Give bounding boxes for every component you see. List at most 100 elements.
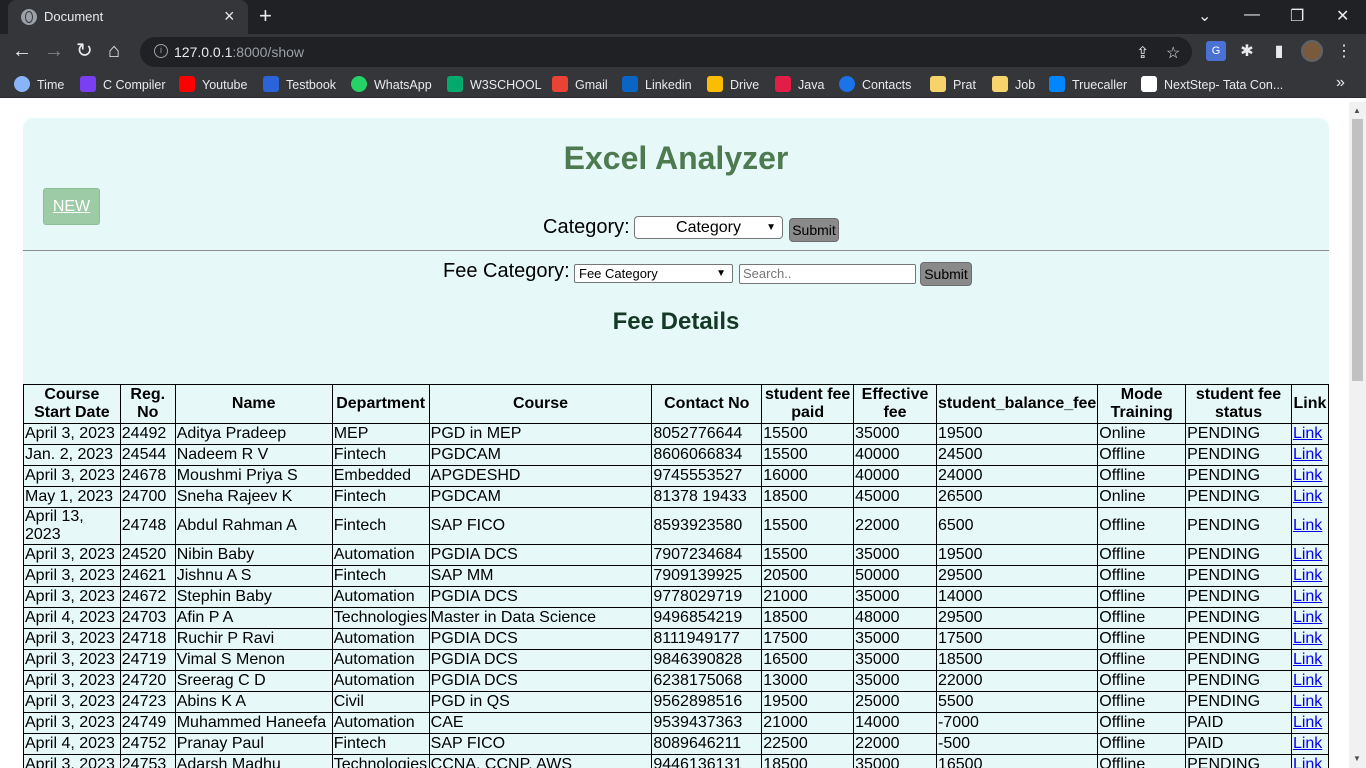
whatsapp-icon	[351, 76, 367, 92]
new-tab-icon[interactable]: +	[259, 5, 272, 27]
table-row: April 3, 2023 24621 Jishnu A S Fintech SAP M…	[23, 565, 1330, 587]
url-text[interactable]: 127.0.0.1:8000/show	[174, 44, 304, 60]
contact-no-cell: 8111949177	[651, 628, 763, 650]
bookmark-linkedin[interactable]: Linkedin	[622, 76, 692, 92]
more-bookmarks-icon[interactable]: »	[1336, 74, 1345, 92]
site-info-icon[interactable]: i	[154, 44, 168, 58]
bookmark-drive[interactable]: Drive	[707, 76, 759, 92]
tab-title: Document	[44, 9, 104, 24]
balance-fee-cell: 29500	[935, 607, 1099, 629]
avatar[interactable]	[1301, 40, 1323, 62]
detail-link[interactable]: Link	[1293, 588, 1322, 605]
link-cell: Link	[1290, 507, 1330, 545]
share-icon[interactable]: ⇪	[1136, 43, 1149, 63]
column-header: Link	[1290, 384, 1330, 424]
mode-training-cell: Offline	[1097, 607, 1187, 629]
bookmark-contacts[interactable]: Contacts	[839, 76, 911, 92]
detail-link[interactable]: Link	[1293, 756, 1322, 768]
new-button[interactable]: NEW	[43, 188, 100, 225]
contact-no-cell: 9539437363	[651, 712, 763, 734]
detail-link[interactable]: Link	[1293, 630, 1322, 647]
address-bar[interactable]: i 127.0.0.1:8000/show ⇪ ☆	[140, 37, 1192, 67]
detail-link[interactable]: Link	[1293, 693, 1322, 710]
bookmark-java[interactable]: Java	[775, 76, 824, 92]
restore-icon[interactable]: ❐	[1290, 6, 1304, 26]
contact-no-cell: 7907234684	[651, 544, 763, 566]
extensions-icon[interactable]: ✱	[1237, 41, 1257, 61]
fee-status-cell: PENDING	[1185, 607, 1292, 629]
scrollbar-thumb[interactable]	[1352, 119, 1363, 381]
detail-link[interactable]: Link	[1293, 446, 1322, 463]
scroll-up-icon[interactable]: ▲	[1353, 106, 1361, 115]
detail-link[interactable]: Link	[1293, 517, 1322, 534]
bookmark-w3school[interactable]: W3SCHOOL	[447, 76, 542, 92]
category-submit-button[interactable]: Submit	[789, 218, 839, 242]
effective-fee-cell: 40000	[853, 444, 937, 466]
search-input[interactable]: Search..	[739, 264, 916, 284]
course-start-date-cell: May 1, 2023	[23, 486, 121, 508]
bookmark-truecaller[interactable]: Truecaller	[1049, 76, 1127, 92]
main-panel: Excel Analyzer NEW Category: Category ▼ S…	[23, 118, 1330, 768]
tab-search-icon[interactable]: ⌄	[1198, 6, 1211, 26]
scroll-down-icon[interactable]: ▼	[1353, 754, 1361, 763]
bookmark-gmail[interactable]: Gmail	[552, 76, 608, 92]
bookmark-prat[interactable]: Prat	[930, 76, 976, 92]
detail-link[interactable]: Link	[1293, 735, 1322, 752]
bookmark-nextstep[interactable]: NextStep- Tata Con...	[1141, 76, 1283, 92]
detail-link[interactable]: Link	[1293, 425, 1322, 442]
fee-status-cell: PENDING	[1185, 628, 1292, 650]
name-cell: Ruchir P Ravi	[174, 628, 333, 650]
detail-link[interactable]: Link	[1293, 567, 1322, 584]
bookmark-time[interactable]: Time	[14, 76, 64, 92]
minimize-icon[interactable]: —	[1244, 6, 1260, 24]
home-icon[interactable]: ⌂	[108, 40, 120, 62]
fee-status-cell: PENDING	[1185, 465, 1292, 487]
fee-category-select[interactable]: Fee Category ▼	[574, 264, 733, 283]
column-header: Name	[174, 384, 333, 424]
fee-status-cell: PAID	[1185, 712, 1292, 734]
bookmark-c-compiler[interactable]: C Compiler	[80, 76, 166, 92]
fee-paid-cell: 15500	[761, 544, 855, 566]
column-header: Course	[428, 384, 653, 424]
column-header: Effective fee	[853, 384, 937, 424]
bookmark-youtube[interactable]: Youtube	[179, 76, 247, 92]
reload-icon[interactable]: ↻	[76, 40, 93, 62]
detail-link[interactable]: Link	[1293, 672, 1322, 689]
link-cell: Link	[1290, 465, 1330, 487]
name-cell: Vimal S Menon	[174, 649, 333, 671]
fee-submit-button[interactable]: Submit	[920, 262, 972, 286]
side-panel-icon[interactable]: ▮	[1269, 41, 1289, 61]
bookmark-whatsapp[interactable]: WhatsApp	[351, 76, 432, 92]
course-cell: SAP MM	[428, 565, 653, 587]
divider	[23, 250, 1329, 251]
bookmark-job[interactable]: Job	[992, 76, 1035, 92]
category-select[interactable]: Category ▼	[634, 216, 783, 239]
translate-icon[interactable]: G	[1206, 41, 1226, 61]
close-window-icon[interactable]: ✕	[1336, 6, 1349, 26]
vertical-scrollbar[interactable]: ▲ ▼	[1349, 102, 1366, 768]
mode-training-cell: Offline	[1097, 712, 1187, 734]
back-icon[interactable]: ←	[12, 40, 32, 62]
mode-training-cell: Offline	[1097, 465, 1187, 487]
balance-fee-cell: 19500	[935, 544, 1099, 566]
department-cell: Civil	[331, 691, 430, 713]
contact-no-cell: 9778029719	[651, 586, 763, 608]
browser-tab[interactable]: Document ×	[8, 0, 248, 34]
reg-no-cell: 24723	[119, 691, 176, 713]
bookmark-testbook[interactable]: Testbook	[263, 76, 336, 92]
forward-icon[interactable]: →	[44, 40, 64, 62]
reg-no-cell: 24719	[119, 649, 176, 671]
mode-training-cell: Offline	[1097, 691, 1187, 713]
detail-link[interactable]: Link	[1293, 609, 1322, 626]
mode-training-cell: Offline	[1097, 507, 1187, 545]
detail-link[interactable]: Link	[1293, 467, 1322, 484]
detail-link[interactable]: Link	[1293, 714, 1322, 731]
column-header: Department	[331, 384, 430, 424]
detail-link[interactable]: Link	[1293, 651, 1322, 668]
close-tab-icon[interactable]: ×	[224, 7, 235, 25]
bookmark-star-icon[interactable]: ☆	[1166, 43, 1180, 63]
menu-icon[interactable]: ⋮	[1334, 41, 1354, 61]
course-cell: PGDIA DCS	[428, 544, 653, 566]
detail-link[interactable]: Link	[1293, 488, 1322, 505]
detail-link[interactable]: Link	[1293, 546, 1322, 563]
